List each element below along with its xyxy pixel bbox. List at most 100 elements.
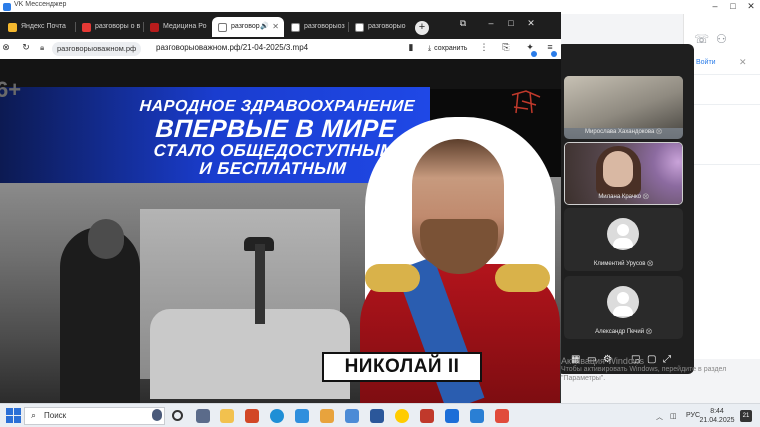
vk-logo-icon [3,3,11,11]
network-icon[interactable]: ◫ [670,412,677,420]
search-placeholder: Поиск [44,411,67,420]
mic-off-icon: ⨂ [642,194,649,200]
medicine-site-icon [150,23,159,32]
edge-icon[interactable] [270,409,284,423]
clock-date: 21.04.2025 [699,417,735,425]
participant-tile[interactable]: Климентий Урусов ⨂ [564,208,683,271]
tab-medicine[interactable]: Медицина Ро [144,17,210,37]
participant-name: Милана Крачко ⨂ [598,194,649,200]
browser-window: Яндекс Почта разговоры о в Медицина Ро р… [0,12,561,403]
vk-minimize-button[interactable]: – [708,1,722,11]
document-icon [355,23,364,32]
tab-yandex-mail[interactable]: Яндекс Почта [2,17,74,37]
search-icon: ⌕ [31,410,37,420]
download-icon: ⤓ [428,45,432,52]
word-icon[interactable] [370,409,384,423]
yandex-browser-icon[interactable] [395,409,409,423]
video-player[interactable]: 6+ НАРОДНОЕ ЗДРАВООХРАНЕНИЕ ВПЕРВЫЕ В МИ… [0,59,561,403]
reload-icon[interactable]: ↻ [20,42,32,53]
tab-collections-icon[interactable]: ⧉ [456,18,470,29]
powerpoint-icon[interactable] [245,409,259,423]
red-site-icon [82,23,91,32]
tab-razgovory-2[interactable]: разговорыоз [285,17,347,37]
windows-activation-watermark: Активация Windows Чтобы активировать Win… [561,356,760,384]
divider [684,104,760,105]
browser-minimize-button[interactable]: – [484,18,498,28]
headline-line-2: ВПЕРВЫЕ В МИРЕ [154,114,397,143]
yandex-mail-icon [8,23,17,32]
photo-doctor-head [88,219,124,259]
save-button[interactable]: ⤓ сохранить [428,42,467,56]
sound-playing-icon[interactable]: 🔊 [260,17,269,37]
system-clock[interactable]: 8:44 21.04.2025 [697,407,737,426]
taskbar-search[interactable]: ⌕ Поиск [24,407,165,425]
file-explorer-icon[interactable] [220,409,234,423]
start-button[interactable] [6,408,22,424]
join-call-button[interactable]: Войти [696,59,716,66]
age-rating-badge: 6+ [0,77,22,102]
name-plate: НИКОЛАЙ II [322,352,482,382]
avatar-placeholder-icon [607,286,639,318]
tab-active-video[interactable]: разговор 🔊 ✕ [212,17,284,37]
participant-name: Александр Печий ⨂ [595,329,652,335]
domain-chip[interactable]: разговорыоважном.рф [52,42,142,56]
tray-arrow-icon[interactable]: ︿ [656,412,663,422]
watermark-title: Активация Windows [561,356,644,366]
close-icon[interactable]: ✕ [739,57,747,68]
participant-tile[interactable]: Милана Крачко ⨂ [564,142,683,205]
browser-maximize-button[interactable]: □ [504,18,518,28]
address-bar-url[interactable]: разговорыоважном.рф/21-04-2025/3.mp4 [156,43,308,52]
participant-name: Климентий Урусов ⨂ [593,261,654,267]
vk-chat-header-area: ☏ ⚇ Войти ✕ [683,14,760,359]
app-icon[interactable] [420,409,434,423]
vk-close-button[interactable]: ✕ [744,1,758,12]
bookmark-icon[interactable]: ▮ [405,42,417,53]
widget-icon[interactable] [152,409,162,421]
tab-razgovory-1[interactable]: разговоры о в [76,17,142,37]
vk-messenger-icon[interactable] [470,409,484,423]
participants-icon[interactable]: ⚇ [716,32,727,46]
mail-icon[interactable] [345,409,359,423]
extension-badge [531,51,537,57]
call-participants-panel: Мирослава Хахандокова ⨂ Милана Крачко ⨂ … [557,44,694,374]
mic-off-icon: ⨂ [647,261,654,267]
video-top-strip [0,59,561,89]
participant-video [564,76,683,128]
pdf-reader-icon[interactable] [495,409,509,423]
document-icon [218,23,227,32]
browser-close-button[interactable]: ✕ [524,18,538,29]
watermark-subtitle: Чтобы активировать Windows, перейдите в … [561,366,727,382]
share-icon[interactable]: ⎘ [500,42,512,53]
mic-off-icon: ⨂ [645,329,652,335]
participant-tile[interactable]: Александр Печий ⨂ [564,276,683,339]
portrait-epaulet [495,264,550,292]
participant-face [603,151,633,187]
app-icon[interactable] [295,409,309,423]
tab-razgovory-3[interactable]: разговорыо [349,17,411,37]
phone-icon[interactable]: ☏ [694,32,709,46]
downloads-badge [551,51,557,57]
participant-name: Мирослава Хахандокова ⨂ [585,129,662,135]
notification-center-icon[interactable]: 21 [740,410,752,422]
more-menu-icon[interactable]: ⋮ [478,42,490,53]
photo-lamp [255,244,265,324]
headline-line-1: НАРОДНОЕ ЗДРАВООХРАНЕНИЕ [139,98,416,115]
back-icon[interactable]: ⊗ [0,42,12,53]
participant-tile[interactable]: Мирослава Хахандокова ⨂ [564,76,683,139]
avatar-placeholder-icon [607,218,639,250]
app-icon[interactable] [196,409,210,423]
divider [684,74,760,75]
document-icon [291,23,300,32]
vk-maximize-button[interactable]: □ [726,1,740,11]
divider [684,164,760,165]
vk-window-title: VK Мессенджер [14,1,67,8]
app-icon[interactable] [320,409,334,423]
lock-icon[interactable]: 🔒︎ [40,43,44,53]
photo-bed [150,309,350,399]
app-icon[interactable] [445,409,459,423]
new-tab-button[interactable]: + [415,21,429,35]
mic-off-icon: ⨂ [655,129,662,135]
task-view-icon[interactable] [172,410,183,421]
windows-taskbar: ⌕ Поиск ︿ ◫ РУС 8:44 21.04.2025 21 [0,403,760,427]
close-tab-icon[interactable]: ✕ [272,17,279,37]
